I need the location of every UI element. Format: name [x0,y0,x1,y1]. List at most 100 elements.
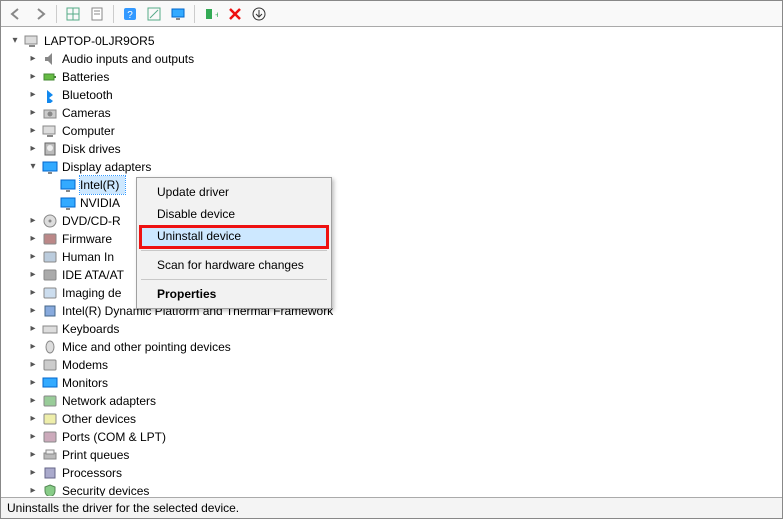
camera-icon [42,105,58,121]
chevron-right-icon[interactable]: ▸ [26,140,40,158]
chevron-down-icon[interactable]: ▾ [8,32,22,50]
properties-button[interactable] [86,3,108,25]
chevron-right-icon[interactable]: ▸ [26,86,40,104]
tree-category[interactable]: ▸Monitors [8,374,781,392]
chevron-right-icon[interactable]: ▸ [26,104,40,122]
tree-category[interactable]: ▸ Processors [8,464,781,482]
grid-icon [66,7,80,21]
category-label: Batteries [62,68,115,86]
svg-text:+: + [215,10,218,20]
imaging-icon [42,285,58,301]
chevron-down-icon[interactable]: ▾ [26,158,40,176]
context-menu-item[interactable]: Scan for hardware changes [139,254,329,276]
display-icon [42,159,58,175]
root-label: LAPTOP-0LJR9OR5 [44,32,161,50]
tree-category[interactable]: ▸Bluetooth [8,86,781,104]
tree-category[interactable]: ▸ Print queues [8,446,781,464]
toolbar-separator [56,5,57,23]
chevron-right-icon[interactable]: ▸ [26,320,40,338]
tree-category[interactable]: ▸Modems [8,356,781,374]
chevron-right-icon[interactable]: ▸ [26,338,40,356]
chevron-right-icon[interactable]: ▸ [26,428,40,446]
tree-category[interactable]: ▸ DVD/CD-R [8,212,781,230]
category-label: Processors [62,464,128,482]
chevron-right-icon[interactable]: ▸ [26,266,40,284]
bluetooth-icon [42,87,58,103]
back-arrow-icon [9,7,23,21]
tree-category[interactable]: ▸Audio inputs and outputs [8,50,781,68]
forward-button[interactable] [29,3,51,25]
device-label: Intel(R) [80,176,125,194]
status-bar: Uninstalls the driver for the selected d… [1,497,782,518]
chevron-right-icon[interactable]: ▸ [26,392,40,410]
tree-category[interactable]: ▸ Computer [8,122,781,140]
chevron-right-icon[interactable]: ▸ [26,482,40,496]
context-menu-item[interactable]: Uninstall device [139,225,329,247]
tree-category[interactable]: ▸ Batteries [8,68,781,86]
keyboard-icon [42,321,58,337]
forward-arrow-icon [33,7,47,21]
tree-category[interactable]: ▾Display adapters [8,158,781,176]
chevron-right-icon[interactable]: ▸ [26,212,40,230]
chevron-right-icon[interactable]: ▸ [26,230,40,248]
context-menu-item[interactable]: Properties [139,283,329,305]
monitor-icon [42,375,58,391]
help-button[interactable]: ? [119,3,141,25]
tree-category[interactable]: ▸Imaging de [8,284,781,302]
display-icon [60,195,76,211]
tree-category[interactable]: ▸Disk drives [8,140,781,158]
tree-device[interactable]: NVIDIA [8,194,781,212]
tree-category[interactable]: ▸Ports (COM & LPT) [8,428,781,446]
chevron-right-icon[interactable]: ▸ [26,284,40,302]
chevron-right-icon[interactable]: ▸ [26,68,40,86]
monitor-small-icon [171,7,185,21]
tree-category[interactable]: ▸Keyboards [8,320,781,338]
tree-category[interactable]: ▸Network adapters [8,392,781,410]
context-menu-item[interactable]: Disable device [139,203,329,225]
tree-category[interactable]: ▸Intel(R) Dynamic Platform and Thermal F… [8,302,781,320]
port-icon [42,429,58,445]
tree-category[interactable]: ▸Firmware [8,230,781,248]
scan-button[interactable] [143,3,165,25]
chevron-right-icon[interactable]: ▸ [26,446,40,464]
category-label: Print queues [62,446,135,464]
chevron-right-icon[interactable]: ▸ [26,122,40,140]
tree-category[interactable]: ▸Mice and other pointing devices [8,338,781,356]
scan-icon [147,7,161,21]
context-menu-separator [141,250,327,251]
chevron-right-icon[interactable]: ▸ [26,464,40,482]
svg-text:?: ? [127,10,133,21]
tree-category[interactable]: ▸Human In [8,248,781,266]
category-label: Computer [62,122,121,140]
show-hidden-button[interactable] [62,3,84,25]
tree-category[interactable]: ▸Security devices [8,482,781,496]
tree-category[interactable]: ▸Cameras [8,104,781,122]
category-label: DVD/CD-R [62,212,127,230]
remove-button[interactable] [248,3,270,25]
ide-icon [42,267,58,283]
context-menu-item[interactable]: Update driver [139,181,329,203]
page-icon [90,7,104,21]
chevron-right-icon[interactable]: ▸ [26,374,40,392]
add-device-button[interactable]: + [200,3,222,25]
tree-category[interactable]: ▸Other devices [8,410,781,428]
device-tree[interactable]: ▾ LAPTOP-0LJR9OR5 ▸Audio inputs and outp… [2,28,781,496]
chevron-right-icon[interactable]: ▸ [26,248,40,266]
chevron-right-icon[interactable]: ▸ [26,302,40,320]
chevron-right-icon[interactable]: ▸ [26,356,40,374]
update-driver-button[interactable] [167,3,189,25]
toolbar: ? + [1,1,782,27]
status-text: Uninstalls the driver for the selected d… [7,501,239,515]
cpu-icon [42,465,58,481]
chevron-right-icon[interactable]: ▸ [26,50,40,68]
chevron-right-icon[interactable]: ▸ [26,410,40,428]
audio-icon [42,51,58,67]
tree-category[interactable]: ▸IDE ATA/AT [8,266,781,284]
printer-icon [42,447,58,463]
tree-device[interactable]: Intel(R) [8,176,781,194]
mouse-icon [42,339,58,355]
back-button[interactable] [5,3,27,25]
uninstall-button[interactable] [224,3,246,25]
context-menu: Update driverDisable deviceUninstall dev… [136,177,332,309]
tree-root[interactable]: ▾ LAPTOP-0LJR9OR5 [8,32,781,50]
